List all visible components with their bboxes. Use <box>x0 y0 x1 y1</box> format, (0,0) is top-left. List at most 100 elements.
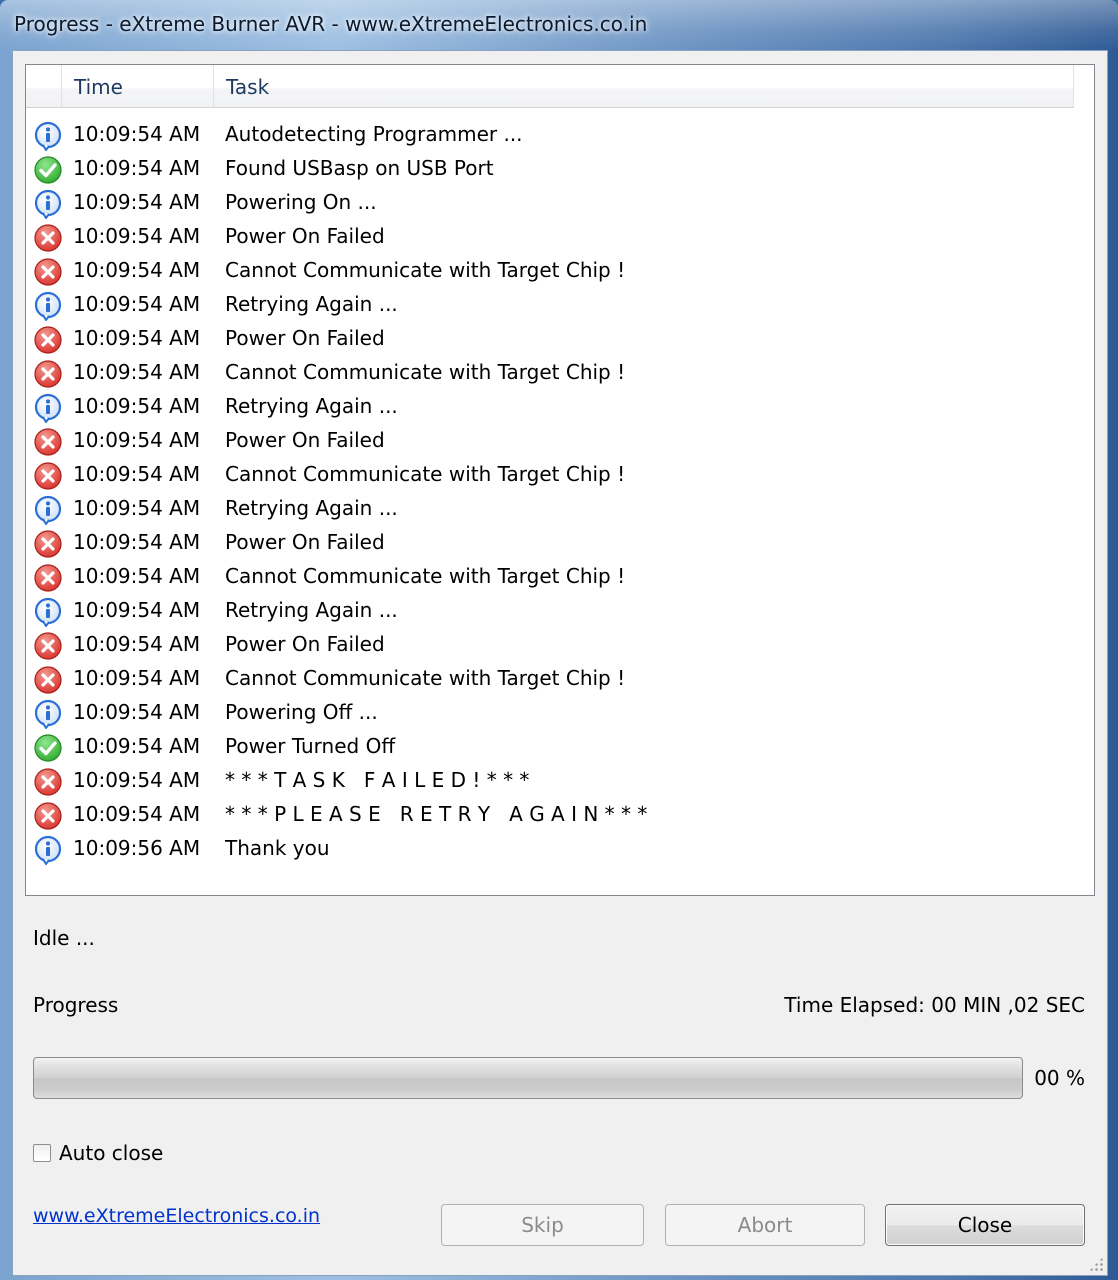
error-x-icon <box>33 325 63 355</box>
row-task: Retrying Again ... <box>225 394 398 418</box>
title-bar[interactable]: Progress - eXtreme Burner AVR - www.eXtr… <box>0 0 1118 50</box>
row-time: 10:09:54 AM <box>73 224 201 248</box>
row-time: 10:09:54 AM <box>73 768 201 792</box>
row-task: Cannot Communicate with Target Chip ! <box>225 564 626 588</box>
table-row[interactable]: 10:09:54 AM Retrying Again ... <box>26 390 1074 424</box>
resize-grip-icon[interactable] <box>1089 1257 1103 1271</box>
table-row[interactable]: 10:09:54 AM Cannot Communicate with Targe… <box>26 560 1074 594</box>
row-task: Cannot Communicate with Target Chip ! <box>225 462 626 486</box>
row-time: 10:09:54 AM <box>73 632 201 656</box>
error-x-icon <box>33 461 63 491</box>
window-title: Progress - eXtreme Burner AVR - www.eXtr… <box>14 12 648 36</box>
info-icon <box>33 699 63 730</box>
skip-button[interactable]: Skip <box>441 1204 644 1246</box>
row-task: Powering Off ... <box>225 700 378 724</box>
row-task: Power On Failed <box>225 428 385 452</box>
error-x-icon <box>33 801 63 831</box>
error-x-icon <box>33 257 63 287</box>
error-x-icon <box>33 223 63 253</box>
row-task: Cannot Communicate with Target Chip ! <box>225 360 626 384</box>
auto-close-option[interactable]: Auto close <box>33 1141 163 1165</box>
table-row[interactable]: 10:09:54 AM * * * P L E A S E R E T R Y A… <box>26 798 1074 832</box>
task-log-list[interactable]: Time Task 10:09:54 AM Autodetecting Progr… <box>25 64 1095 896</box>
table-row[interactable]: 10:09:54 AM Power On Failed <box>26 220 1074 254</box>
table-row[interactable]: 10:09:54 AM Retrying Again ... <box>26 492 1074 526</box>
row-time: 10:09:54 AM <box>73 666 201 690</box>
row-time: 10:09:56 AM <box>73 836 201 860</box>
abort-button[interactable]: Abort <box>665 1204 865 1246</box>
table-row[interactable]: 10:09:56 AM Thank you <box>26 832 1074 866</box>
error-x-icon <box>33 767 63 797</box>
row-task: * * * T A S K F A I L E D ! * * * <box>225 768 530 792</box>
row-time: 10:09:54 AM <box>73 496 201 520</box>
info-icon <box>33 291 63 322</box>
info-icon <box>33 393 63 424</box>
row-time: 10:09:54 AM <box>73 700 201 724</box>
row-task: Cannot Communicate with Target Chip ! <box>225 258 626 282</box>
error-x-icon <box>33 529 63 559</box>
table-row[interactable]: 10:09:54 AM Cannot Communicate with Targe… <box>26 356 1074 390</box>
table-row[interactable]: 10:09:54 AM Found USBasp on USB Port <box>26 152 1074 186</box>
row-task: Power On Failed <box>225 530 385 554</box>
error-x-icon <box>33 427 63 457</box>
error-x-icon <box>33 359 63 389</box>
table-row[interactable]: 10:09:54 AM * * * T A S K F A I L E D ! *… <box>26 764 1074 798</box>
info-icon <box>33 597 63 628</box>
row-task: Autodetecting Programmer ... <box>225 122 523 146</box>
table-row[interactable]: 10:09:54 AM Power On Failed <box>26 628 1074 662</box>
row-task: Power Turned Off <box>225 734 396 758</box>
row-time: 10:09:54 AM <box>73 258 201 282</box>
row-time: 10:09:54 AM <box>73 360 201 384</box>
error-x-icon <box>33 563 63 593</box>
row-time: 10:09:54 AM <box>73 394 201 418</box>
status-text: Idle ... <box>33 926 95 950</box>
progress-bar <box>33 1057 1023 1099</box>
time-elapsed: Time Elapsed: 00 MIN ,02 SEC <box>784 993 1085 1017</box>
row-task: Power On Failed <box>225 632 385 656</box>
row-time: 10:09:54 AM <box>73 122 201 146</box>
progress-percent: 00 % <box>1034 1066 1085 1090</box>
table-row[interactable]: 10:09:54 AM Retrying Again ... <box>26 594 1074 628</box>
check-circle-icon <box>33 155 63 185</box>
row-time: 10:09:54 AM <box>73 462 201 486</box>
log-rows: 10:09:54 AM Autodetecting Programmer ... 1… <box>26 118 1074 866</box>
row-time: 10:09:54 AM <box>73 190 201 214</box>
table-row[interactable]: 10:09:54 AM Retrying Again ... <box>26 288 1074 322</box>
row-time: 10:09:54 AM <box>73 564 201 588</box>
close-button[interactable]: Close <box>885 1204 1085 1246</box>
auto-close-label[interactable]: Auto close <box>59 1141 163 1165</box>
error-x-icon <box>33 631 63 661</box>
row-task: Cannot Communicate with Target Chip ! <box>225 666 626 690</box>
check-circle-icon <box>33 733 63 763</box>
table-row[interactable]: 10:09:54 AM Cannot Communicate with Targe… <box>26 662 1074 696</box>
table-row[interactable]: 10:09:54 AM Powering Off ... <box>26 696 1074 730</box>
row-time: 10:09:54 AM <box>73 734 201 758</box>
auto-close-checkbox[interactable] <box>33 1144 51 1162</box>
table-row[interactable]: 10:09:54 AM Power On Failed <box>26 526 1074 560</box>
row-time: 10:09:54 AM <box>73 428 201 452</box>
row-task: Retrying Again ... <box>225 292 398 316</box>
row-time: 10:09:54 AM <box>73 292 201 316</box>
table-row[interactable]: 10:09:54 AM Powering On ... <box>26 186 1074 220</box>
row-time: 10:09:54 AM <box>73 598 201 622</box>
row-task: Retrying Again ... <box>225 598 398 622</box>
row-time: 10:09:54 AM <box>73 156 201 180</box>
table-row[interactable]: 10:09:54 AM Power Turned Off <box>26 730 1074 764</box>
table-row[interactable]: 10:09:54 AM Power On Failed <box>26 424 1074 458</box>
dialog-client-area: Time Task 10:09:54 AM Autodetecting Progr… <box>12 50 1108 1276</box>
row-task: Thank you <box>225 836 330 860</box>
column-header-icon[interactable] <box>26 65 62 107</box>
info-icon <box>33 495 63 526</box>
row-time: 10:09:54 AM <box>73 530 201 554</box>
table-row[interactable]: 10:09:54 AM Cannot Communicate with Targe… <box>26 254 1074 288</box>
row-task: Found USBasp on USB Port <box>225 156 494 180</box>
progress-label: Progress <box>33 993 119 1017</box>
column-header-task[interactable]: Task <box>214 65 1074 107</box>
table-row[interactable]: 10:09:54 AM Power On Failed <box>26 322 1074 356</box>
website-link[interactable]: www.eXtremeElectronics.co.in <box>33 1205 320 1227</box>
row-task: Retrying Again ... <box>225 496 398 520</box>
column-header-time[interactable]: Time <box>62 65 214 107</box>
table-row[interactable]: 10:09:54 AM Autodetecting Programmer ... <box>26 118 1074 152</box>
table-row[interactable]: 10:09:54 AM Cannot Communicate with Targe… <box>26 458 1074 492</box>
error-x-icon <box>33 665 63 695</box>
